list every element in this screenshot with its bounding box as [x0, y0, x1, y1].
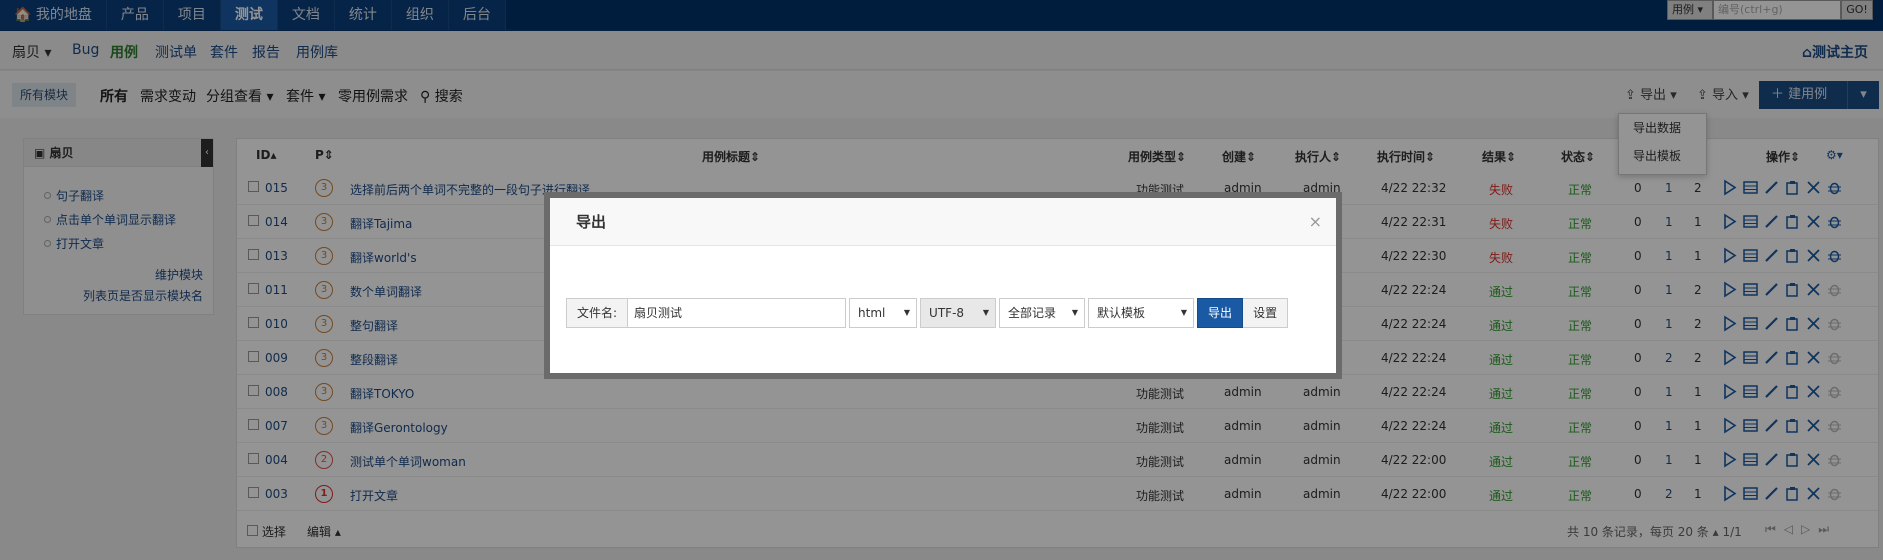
dialog-title: 导出	[550, 198, 1336, 246]
export-submit-button[interactable]: 导出	[1197, 298, 1244, 328]
filename-input[interactable]: 扇贝测试	[628, 298, 847, 328]
export-form: 文件名: 扇贝测试 html UTF-8 全部记录 默认模板 导出 设置	[566, 298, 1289, 328]
filename-label: 文件名:	[566, 298, 629, 328]
format-select[interactable]: html	[849, 298, 918, 328]
export-dialog: 导出 × 文件名: 扇贝测试 html UTF-8 全部记录 默认模板 导出 设…	[544, 192, 1342, 379]
settings-button[interactable]: 设置	[1243, 298, 1289, 328]
encoding-select[interactable]: UTF-8	[920, 298, 997, 328]
template-select[interactable]: 默认模板	[1088, 298, 1195, 328]
range-select[interactable]: 全部记录	[999, 298, 1086, 328]
close-icon[interactable]: ×	[1309, 212, 1322, 231]
